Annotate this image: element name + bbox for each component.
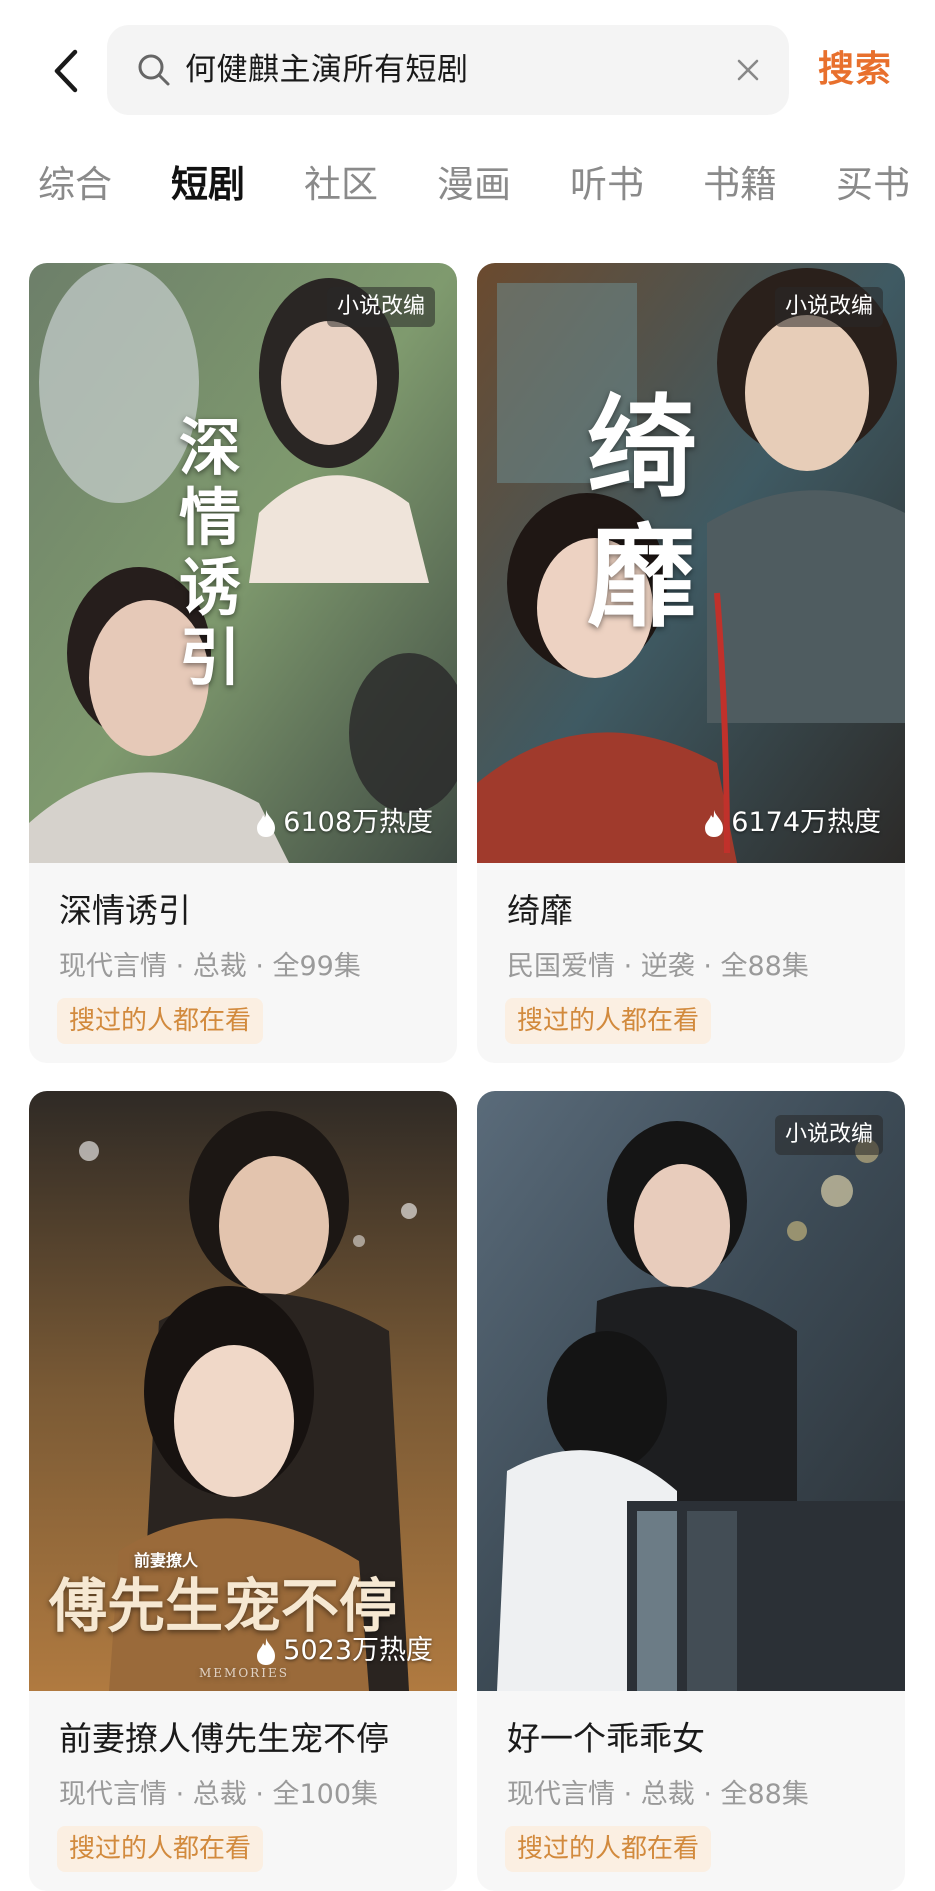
heat-indicator: 6108万热度 [253, 801, 433, 845]
flame-icon [257, 810, 276, 837]
poster-title-art: 深情诱引 [179, 411, 242, 694]
drama-title[interactable]: 深情诱引 [59, 887, 191, 935]
drama-card[interactable]: 绮靡 小说改编 6174万热度 绮靡 民国爱情 · 逆袭 · 全88集 搜过的人… [477, 263, 905, 1063]
drama-meta: 现代言情 · 总裁 · 全88集 [507, 1779, 809, 1810]
drama-meta: 现代言情 · 总裁 · 全99集 [59, 951, 361, 982]
heat-value: 5023万热度 [283, 1635, 433, 1666]
heat-value: 6108万热度 [283, 807, 433, 838]
drama-meta: 民国爱情 · 逆袭 · 全88集 [507, 951, 809, 982]
drama-poster[interactable]: 前妻撩人 傅先生宠不停 MEMORIES 5023万热度 [29, 1091, 457, 1691]
drama-title[interactable]: 好一个乖乖女 [507, 1715, 705, 1763]
novel-adaptation-tag: 小说改编 [326, 287, 435, 327]
drama-card[interactable]: 小说改编 好一个乖乖女 现代言情 · 总裁 · 全88集 搜过的人都在看 [477, 1091, 905, 1891]
drama-title[interactable]: 前妻撩人傅先生宠不停 [59, 1715, 389, 1763]
drama-poster[interactable]: 小说改编 [477, 1091, 905, 1691]
drama-card[interactable]: 前妻撩人 傅先生宠不停 MEMORIES 5023万热度 前妻撩人傅先生宠不停 … [29, 1091, 457, 1891]
flame-icon [257, 1638, 276, 1665]
heat-value: 6174万热度 [731, 807, 881, 838]
results-grid: 深情诱引 小说改编 6108万热度 深情诱引 现代言情 · 总裁 · 全99集 … [0, 0, 935, 1891]
poster-title-art: 绮靡 [587, 383, 697, 642]
heat-indicator: 6174万热度 [701, 801, 881, 845]
heat-indicator: 5023万热度 [253, 1629, 433, 1673]
popular-badge: 搜过的人都在看 [505, 998, 712, 1044]
popular-badge: 搜过的人都在看 [57, 1826, 264, 1872]
drama-poster[interactable]: 深情诱引 小说改编 6108万热度 [29, 263, 457, 863]
drama-poster[interactable]: 绮靡 小说改编 6174万热度 [477, 263, 905, 863]
drama-card[interactable]: 深情诱引 小说改编 6108万热度 深情诱引 现代言情 · 总裁 · 全99集 … [29, 263, 457, 1063]
flame-icon [705, 810, 724, 837]
drama-meta: 现代言情 · 总裁 · 全100集 [59, 1779, 379, 1810]
popular-badge: 搜过的人都在看 [57, 998, 264, 1044]
drama-title[interactable]: 绮靡 [507, 887, 573, 935]
popular-badge: 搜过的人都在看 [505, 1826, 712, 1872]
poster-subtitle-art: 前妻撩人 [134, 1551, 199, 1570]
novel-adaptation-tag: 小说改编 [774, 1115, 883, 1155]
novel-adaptation-tag: 小说改编 [774, 287, 883, 327]
